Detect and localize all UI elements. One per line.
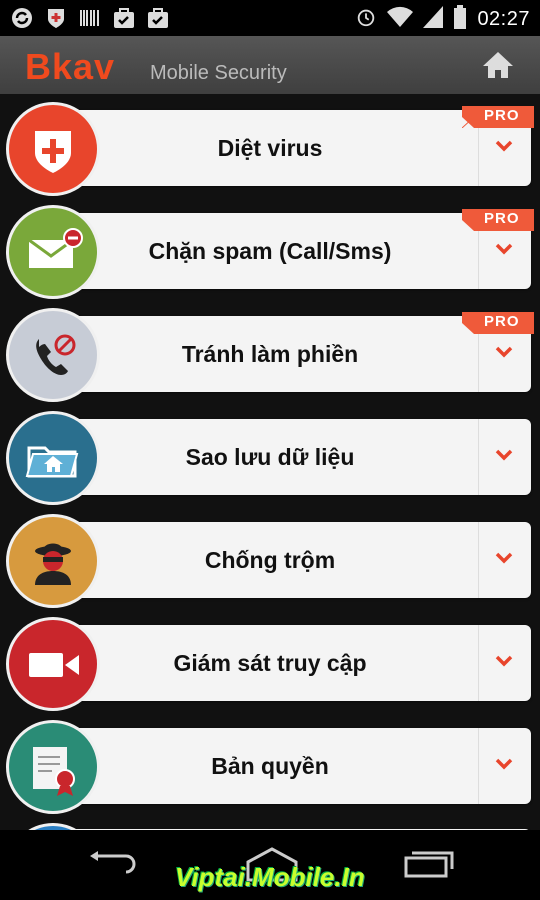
feature-label: Sao lưu dữ liệu bbox=[185, 444, 355, 470]
feature-label: Bản quyền bbox=[211, 753, 329, 779]
list-item[interactable]: Diệt virus PRO bbox=[0, 94, 540, 196]
feature-card[interactable]: Diệt virus bbox=[48, 110, 531, 186]
status-notifications bbox=[10, 6, 170, 30]
folder-home-icon bbox=[25, 446, 79, 478]
clock: 02:27 bbox=[477, 8, 530, 30]
feature-card[interactable]: Chống trộm bbox=[48, 522, 531, 598]
shield-icon bbox=[35, 131, 71, 173]
app-bar: Bkav Mobile Security bbox=[0, 36, 540, 94]
thief-icon bbox=[35, 543, 71, 585]
nav-bar: Viptai.Mobile.In bbox=[0, 830, 540, 900]
app-subtitle: Mobile Security bbox=[150, 62, 287, 84]
feature-icon-circle bbox=[6, 205, 100, 299]
pro-badge: PRO bbox=[462, 312, 534, 334]
list-item[interactable]: Chống trộm bbox=[0, 506, 540, 608]
signal-icon bbox=[423, 6, 444, 33]
alarm-icon bbox=[355, 6, 377, 33]
sync-icon bbox=[10, 6, 34, 30]
bag-check-icon bbox=[146, 6, 170, 30]
feature-icon-circle bbox=[6, 411, 100, 505]
bkav-shield-icon bbox=[44, 6, 68, 30]
feature-icon-circle bbox=[6, 617, 100, 711]
chevron-down-icon bbox=[495, 552, 513, 564]
feature-card[interactable]: Bản quyền bbox=[48, 728, 531, 804]
feature-card[interactable]: Chặn spam (Call/Sms) bbox=[48, 213, 531, 289]
chevron-down-icon bbox=[495, 655, 513, 667]
bag-check-icon bbox=[112, 6, 136, 30]
chevron-down-icon bbox=[495, 758, 513, 770]
list-item[interactable]: Bản quyền bbox=[0, 712, 540, 814]
expand-button[interactable] bbox=[478, 625, 531, 701]
chevron-down-icon bbox=[495, 140, 513, 152]
feature-label: Chặn spam (Call/Sms) bbox=[148, 238, 392, 264]
barcode-icon bbox=[78, 6, 102, 30]
back-icon bbox=[90, 851, 136, 874]
recent-apps-button[interactable] bbox=[404, 850, 454, 883]
wifi-icon bbox=[387, 6, 414, 33]
feature-icon-circle bbox=[6, 514, 100, 608]
certificate-icon bbox=[33, 747, 75, 796]
status-bar: 02:27 bbox=[0, 0, 540, 36]
watermark: Viptai.Mobile.In bbox=[175, 862, 365, 892]
chevron-down-icon bbox=[495, 346, 513, 358]
list-item[interactable]: Sao lưu dữ liệu bbox=[0, 403, 540, 505]
phone-block-icon bbox=[36, 334, 76, 375]
feature-card[interactable]: Tránh làm phiền bbox=[48, 316, 531, 392]
feature-card[interactable]: Giám sát truy cập bbox=[48, 625, 531, 701]
feature-list: Diệt virus PRO Chặn spam (Call/Sms) PRO bbox=[0, 94, 540, 830]
feature-card[interactable]: Sao lưu dữ liệu bbox=[48, 419, 531, 495]
brand-logo: Bkav bbox=[25, 46, 116, 87]
home-button[interactable] bbox=[482, 50, 514, 80]
battery-icon bbox=[453, 5, 467, 34]
expand-button[interactable] bbox=[478, 419, 531, 495]
home-icon bbox=[483, 52, 513, 78]
status-system: 02:27 bbox=[355, 5, 530, 34]
recent-apps-icon bbox=[404, 851, 454, 878]
pro-badge: PRO bbox=[462, 209, 534, 231]
feature-label: Chống trộm bbox=[204, 547, 336, 573]
list-item[interactable]: Giám sát truy cập bbox=[0, 609, 540, 711]
chevron-down-icon bbox=[495, 449, 513, 461]
mail-block-icon bbox=[28, 228, 83, 268]
pro-badge: PRO bbox=[461, 106, 534, 129]
feature-icon-circle bbox=[6, 720, 100, 814]
chevron-down-icon bbox=[495, 243, 513, 255]
feature-icon-circle bbox=[6, 102, 100, 196]
expand-button[interactable] bbox=[478, 522, 531, 598]
feature-label: Tránh làm phiền bbox=[181, 341, 359, 367]
feature-icon-circle bbox=[6, 308, 100, 402]
expand-button[interactable] bbox=[478, 728, 531, 804]
camera-icon bbox=[29, 653, 79, 677]
feature-label: Diệt virus bbox=[217, 135, 323, 161]
list-item[interactable] bbox=[0, 815, 540, 830]
feature-label: Giám sát truy cập bbox=[173, 650, 367, 676]
list-item[interactable]: Chặn spam (Call/Sms) PRO bbox=[0, 197, 540, 299]
list-item[interactable]: Tránh làm phiền PRO bbox=[0, 300, 540, 402]
back-button[interactable] bbox=[88, 850, 138, 883]
